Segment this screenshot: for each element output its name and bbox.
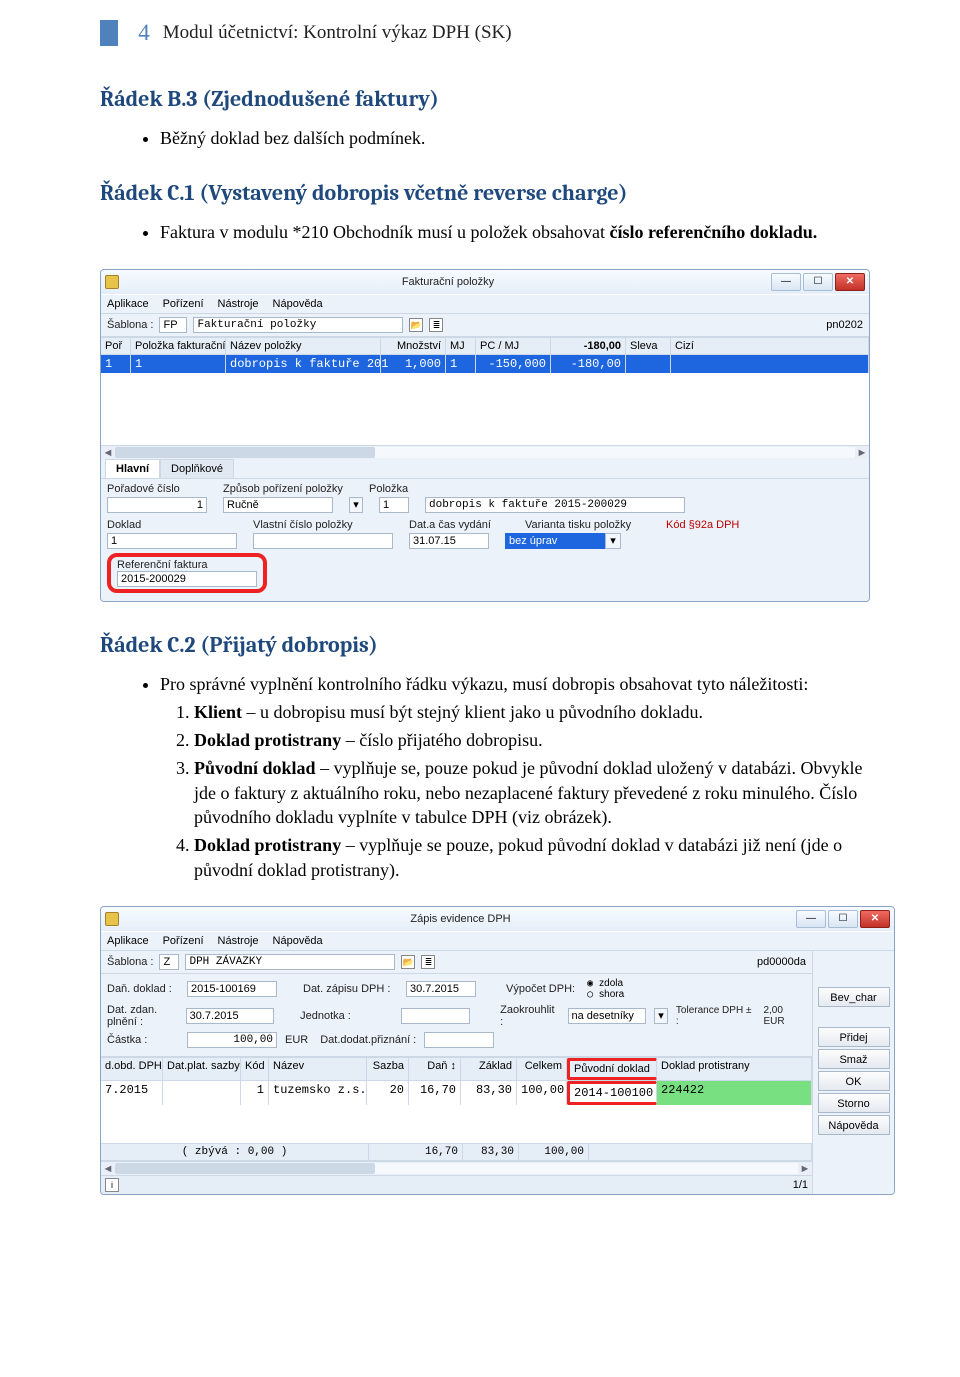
section-b3-bullet: Běžný doklad bez dalších podmínek. <box>160 126 880 150</box>
list-icon[interactable]: ≣ <box>421 955 435 969</box>
menu-nastroje[interactable]: Nástroje <box>218 935 259 947</box>
template-code-field[interactable]: FP <box>159 317 187 333</box>
referencni-faktura-field[interactable]: 2015-200029 <box>117 571 257 587</box>
status-count: 1/1 <box>793 1179 808 1191</box>
section-c2-intro: Pro správné vyplnění kontrolního řádku v… <box>160 672 880 882</box>
zpusob-field[interactable]: Ručně <box>223 497 333 513</box>
page-number: 4 <box>130 20 158 46</box>
dan-doklad-field[interactable]: 2015-100169 <box>187 981 277 997</box>
template-label: Šablona : <box>107 319 153 331</box>
menu-porizeni[interactable]: Pořízení <box>163 935 204 947</box>
close-button[interactable]: ✕ <box>860 910 890 928</box>
template-name-field[interactable]: DPH ZÁVAZKY <box>185 954 395 970</box>
menu-aplikace[interactable]: Aplikace <box>107 935 149 947</box>
list-icon[interactable]: ≣ <box>429 318 443 332</box>
horizontal-scrollbar[interactable]: ◄ ► <box>101 445 869 459</box>
smaz-button[interactable]: Smaž <box>818 1049 890 1069</box>
page-header-title: Modul účetnictví: Kontrolní výkaz DPH (S… <box>163 22 512 43</box>
castka-field[interactable]: 100,00 <box>187 1032 277 1048</box>
storno-button[interactable]: Storno <box>818 1093 890 1113</box>
vlastni-cislo-field[interactable] <box>253 533 393 549</box>
menu-napoveda[interactable]: Nápověda <box>273 298 323 310</box>
minimize-button[interactable]: — <box>796 910 826 928</box>
jednotka-field[interactable] <box>401 1008 470 1024</box>
dat-zdan-field[interactable]: 30.7.2015 <box>186 1008 274 1024</box>
dropdown-icon[interactable]: ▾ <box>349 497 363 513</box>
section-c1-bullet: Faktura v modulu *210 Obchodník musí u p… <box>160 220 880 244</box>
list-item: Klient – u dobropisu musí být stejný kli… <box>194 700 880 724</box>
maximize-button[interactable]: ☐ <box>803 273 833 291</box>
doklad-protistrany-cell-highlight: 224422 <box>657 1081 812 1105</box>
close-button[interactable]: ✕ <box>835 273 865 291</box>
open-icon[interactable]: 📂 <box>409 318 423 332</box>
list-item: Doklad protistrany – číslo přijatého dob… <box>194 728 880 752</box>
datum-field[interactable]: 31.07.15 <box>409 533 489 549</box>
titlebar: Fakturační položky — ☐ ✕ <box>101 270 869 294</box>
kod-92a-label: Kód §92a DPH <box>666 519 739 531</box>
menu-napoveda[interactable]: Nápověda <box>273 935 323 947</box>
page-header: 4 Modul účetnictví: Kontrolní výkaz DPH … <box>100 20 880 46</box>
chevron-down-icon[interactable]: ▾ <box>605 533 621 549</box>
minimize-button[interactable]: — <box>771 273 801 291</box>
app-icon <box>105 275 119 289</box>
window-title: Zápis evidence DPH <box>125 913 796 925</box>
tab-hlavni[interactable]: Hlavní <box>105 459 160 478</box>
menu-nastroje[interactable]: Nástroje <box>218 298 259 310</box>
window-title: Fakturační položky <box>125 276 771 288</box>
open-icon[interactable]: 📂 <box>401 955 415 969</box>
section-c1-title: Řádek C.1 (Vystavený dobropis včetně rev… <box>100 180 880 206</box>
form-tag: pd0000da <box>757 956 806 968</box>
template-name-field[interactable]: Fakturační položky <box>193 317 403 333</box>
napoveda-button[interactable]: Nápověda <box>818 1115 890 1135</box>
menubar: Aplikace Pořízení Nástroje Nápověda <box>101 294 869 314</box>
app-icon <box>105 912 119 926</box>
maximize-button[interactable]: ☐ <box>828 910 858 928</box>
list-item: Původní doklad – vyplňuje se, pouze poku… <box>194 756 880 829</box>
template-code-field[interactable]: Z <box>159 954 179 970</box>
grid-row[interactable]: 7.2015 1 tuzemsko z.s. 20 16,70 83,30 10… <box>101 1081 812 1105</box>
horizontal-scrollbar[interactable]: ◄ ► <box>101 1161 812 1175</box>
titlebar: Zápis evidence DPH — ☐ ✕ <box>101 907 894 931</box>
polozka-code-field[interactable]: 1 <box>379 497 409 513</box>
dat-zapisu-field[interactable]: 30.7.2015 <box>406 981 476 997</box>
form-tag: pn0202 <box>826 319 863 331</box>
polozka-text-field[interactable]: dobropis k faktuře 2015-200029 <box>425 497 685 513</box>
window-fakturacni-polozky: Fakturační položky — ☐ ✕ Aplikace Poříze… <box>100 269 870 602</box>
puvodni-doklad-cell-highlight: 2014-100100 <box>567 1081 657 1105</box>
window-zapis-evidence-dph: Zápis evidence DPH — ☐ ✕ Aplikace Poříze… <box>100 906 895 1195</box>
menubar: Aplikace Pořízení Nástroje Nápověda <box>101 931 894 951</box>
doklad-field[interactable]: 1 <box>107 533 237 549</box>
section-c2-title: Řádek C.2 (Přijatý dobropis) <box>100 632 880 658</box>
pridej-button[interactable]: Přidej <box>818 1027 890 1047</box>
grid-row-selected[interactable]: 1 1 dobropis k faktuře 201 1,000 1 -150,… <box>101 355 869 373</box>
bevchar-button[interactable]: Bev_char <box>818 987 890 1007</box>
menu-porizeni[interactable]: Pořízení <box>163 298 204 310</box>
tab-doplnkove[interactable]: Doplňkové <box>160 459 234 478</box>
info-icon[interactable]: i <box>105 1178 119 1192</box>
poradove-cislo-field[interactable]: 1 <box>107 497 207 513</box>
menu-aplikace[interactable]: Aplikace <box>107 298 149 310</box>
ok-button[interactable]: OK <box>818 1071 890 1091</box>
grid-header: d.obd. DPH Dat.plat. sazby Kód Název Saz… <box>101 1057 812 1081</box>
grid-header: Poř Položka fakturační Název položky Mno… <box>101 337 869 355</box>
list-item: Doklad protistrany – vyplňuje se pouze, … <box>194 833 880 882</box>
radio-zdola[interactable]: ◉ zdola <box>587 978 624 989</box>
varianta-field[interactable]: bez úprav <box>505 533 605 549</box>
arrow-icon: ↕ <box>451 1060 457 1072</box>
puvodni-doklad-header-highlight: Původní doklad <box>567 1058 657 1080</box>
referencni-faktura-highlight: Referenční faktura 2015-200029 <box>107 553 267 593</box>
section-b3-title: Řádek B.3 (Zjednodušené faktury) <box>100 86 880 112</box>
dat-dodat-field[interactable] <box>424 1032 494 1048</box>
zaokrouhlit-field[interactable]: na desetníky <box>568 1008 647 1024</box>
chevron-down-icon[interactable]: ▾ <box>654 1008 668 1024</box>
radio-shora[interactable]: ○ shora <box>587 989 624 1000</box>
